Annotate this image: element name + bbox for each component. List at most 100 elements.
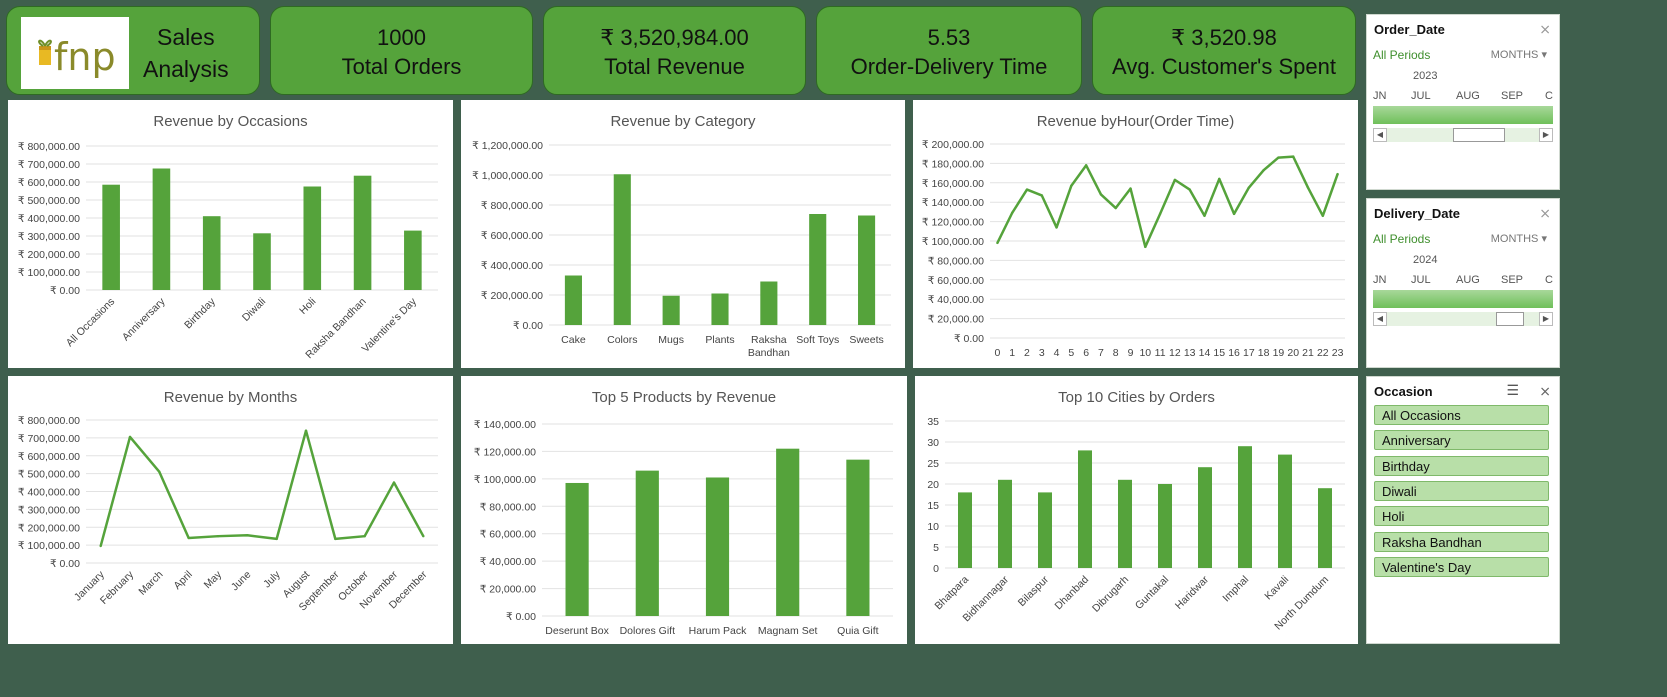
x-tick-label: Bhatpara (932, 574, 971, 613)
all-periods-link[interactable]: All Periods (1373, 48, 1430, 62)
data-point (304, 429, 308, 432)
scroll-thumb[interactable] (1496, 312, 1524, 326)
bar (662, 295, 680, 325)
bar (635, 470, 659, 616)
y-tick-label: ₹ 160,000.00 (922, 178, 984, 190)
timeline-bar[interactable] (1373, 290, 1553, 308)
occasion-item[interactable]: Anniversary (1374, 430, 1549, 450)
y-tick-label: 25 (927, 458, 939, 470)
data-point (158, 470, 161, 474)
scroll-right-icon[interactable]: ▶ (1539, 312, 1553, 326)
data-point (1040, 194, 1043, 197)
timeline-scrollbar[interactable]: ◀ ▶ (1373, 128, 1553, 142)
chart-title: Revenue by Occasions (153, 113, 307, 130)
scroll-thumb[interactable] (1453, 128, 1505, 142)
revenue-by-occasions-chart: Revenue by Occasions ₹ 0.00 ₹ 100,000.00 ₹ … (8, 100, 453, 368)
y-tick-label: ₹ 0.00 (506, 611, 536, 623)
data-point (334, 537, 337, 541)
x-tick-label: Bilaspur (1016, 573, 1052, 609)
y-tick-label: ₹ 400,000.00 (481, 260, 543, 272)
x-tick-label: 19 (1273, 347, 1285, 359)
x-tick-label: 9 (1128, 347, 1134, 359)
data-point (275, 537, 278, 541)
data-point (1232, 212, 1236, 216)
occasion-item[interactable]: Diwali (1374, 481, 1549, 501)
top-products-chart: Top 5 Products by Revenue ₹ 0.00 ₹ 20,000.… (461, 376, 907, 644)
revenue-by-category-chart: Revenue by Category ₹ 0.00 ₹ 200,000.00 ₹ 4… (461, 100, 905, 368)
x-tick-label: 23 (1332, 347, 1344, 359)
x-tick-label: 4 (1054, 347, 1060, 359)
bar (202, 216, 221, 290)
delivery-date-slicer[interactable]: Delivery_Date ⨯ All Periods MONTHS ▾ 202… (1366, 198, 1560, 368)
brand-card: fnp Sales Analysis (6, 6, 260, 95)
data-point (1188, 188, 1191, 191)
clear-filter-icon[interactable]: ⨯ (1539, 383, 1551, 400)
clear-filter-icon[interactable]: ⨯ (1539, 205, 1551, 222)
x-tick-label: May (202, 568, 225, 591)
occasion-item[interactable]: Birthday (1374, 456, 1549, 476)
y-tick-label: 20 (927, 479, 939, 491)
x-tick-label: Mugs (658, 334, 684, 346)
x-tick-label: 2 (1024, 347, 1030, 359)
y-tick-label: ₹ 500,000.00 (18, 469, 80, 481)
scroll-left-icon[interactable]: ◀ (1373, 128, 1387, 142)
y-tick-label: ₹ 0.00 (50, 285, 80, 297)
bar (958, 492, 972, 568)
y-tick-label: ₹ 200,000.00 (18, 249, 80, 261)
data-point (1321, 214, 1325, 217)
bar (858, 215, 876, 325)
data-point (996, 241, 999, 245)
multi-select-icon[interactable]: ☰ (1506, 382, 1519, 399)
bar (404, 230, 422, 290)
data-point (187, 536, 190, 540)
x-tick-label: Raksha Bandhan (748, 334, 790, 359)
data-point (1129, 187, 1132, 190)
y-tick-label: 5 (933, 542, 939, 554)
y-tick-label: ₹ 400,000.00 (18, 213, 80, 225)
x-tick-label: Holi (297, 296, 318, 317)
y-tick-label: 30 (927, 437, 939, 449)
y-tick-label: ₹ 0.00 (513, 320, 543, 332)
months-dropdown[interactable]: MONTHS ▾ (1491, 48, 1547, 61)
bar (565, 482, 589, 616)
y-tick-label: ₹ 0.00 (50, 558, 80, 570)
y-tick-label: ₹ 700,000.00 (18, 433, 80, 445)
y-tick-label: ₹ 600,000.00 (18, 451, 80, 463)
x-tick-label: July (261, 568, 283, 590)
kpi-order-delivery-time: 5.53 Order-Delivery Time (816, 6, 1082, 95)
occasion-slicer[interactable]: Occasion ☰ ⨯ All Occasions Anniversary B… (1366, 376, 1560, 644)
occasion-item[interactable]: Holi (1374, 506, 1549, 526)
bar (102, 184, 120, 290)
y-tick-label: ₹ 300,000.00 (18, 231, 80, 243)
x-tick-label: 16 (1228, 347, 1240, 359)
occasion-item[interactable]: Valentine's Day (1374, 557, 1549, 577)
data-point (1203, 214, 1206, 217)
bar (152, 168, 171, 290)
data-point (1158, 212, 1162, 216)
scroll-right-icon[interactable]: ▶ (1539, 128, 1553, 142)
order-date-slicer[interactable]: Order_Date ⨯ All Periods MONTHS ▾ 2023 J… (1366, 14, 1560, 190)
y-tick-label: ₹ 140,000.00 (474, 419, 536, 431)
y-tick-label: ₹ 1,000,000.00 (472, 170, 543, 182)
timeline-scrollbar[interactable]: ◀ ▶ (1373, 312, 1553, 326)
bar (1078, 450, 1092, 568)
y-tick-label: ₹ 120,000.00 (922, 217, 984, 229)
data-point (1173, 178, 1177, 182)
data-point (1010, 211, 1014, 215)
all-periods-link[interactable]: All Periods (1373, 232, 1430, 246)
clear-filter-icon[interactable]: ⨯ (1539, 21, 1551, 38)
fnp-logo: fnp (21, 17, 129, 89)
y-tick-label: ₹ 40,000.00 (928, 294, 984, 306)
scroll-left-icon[interactable]: ◀ (1373, 312, 1387, 326)
y-tick-label: ₹ 80,000.00 (928, 255, 984, 267)
chart-title: Revenue by Category (610, 113, 756, 130)
bar (1158, 484, 1172, 568)
x-tick-label: Sweets (849, 334, 883, 346)
occasion-item[interactable]: All Occasions (1374, 405, 1549, 425)
occasion-item[interactable]: Raksha Bandhan (1374, 532, 1549, 552)
y-tick-label: ₹ 100,000.00 (18, 540, 80, 552)
timeline-bar[interactable] (1373, 106, 1553, 124)
x-tick-label: February (98, 568, 137, 607)
x-tick-label: April (171, 569, 194, 592)
months-dropdown[interactable]: MONTHS ▾ (1491, 232, 1547, 245)
